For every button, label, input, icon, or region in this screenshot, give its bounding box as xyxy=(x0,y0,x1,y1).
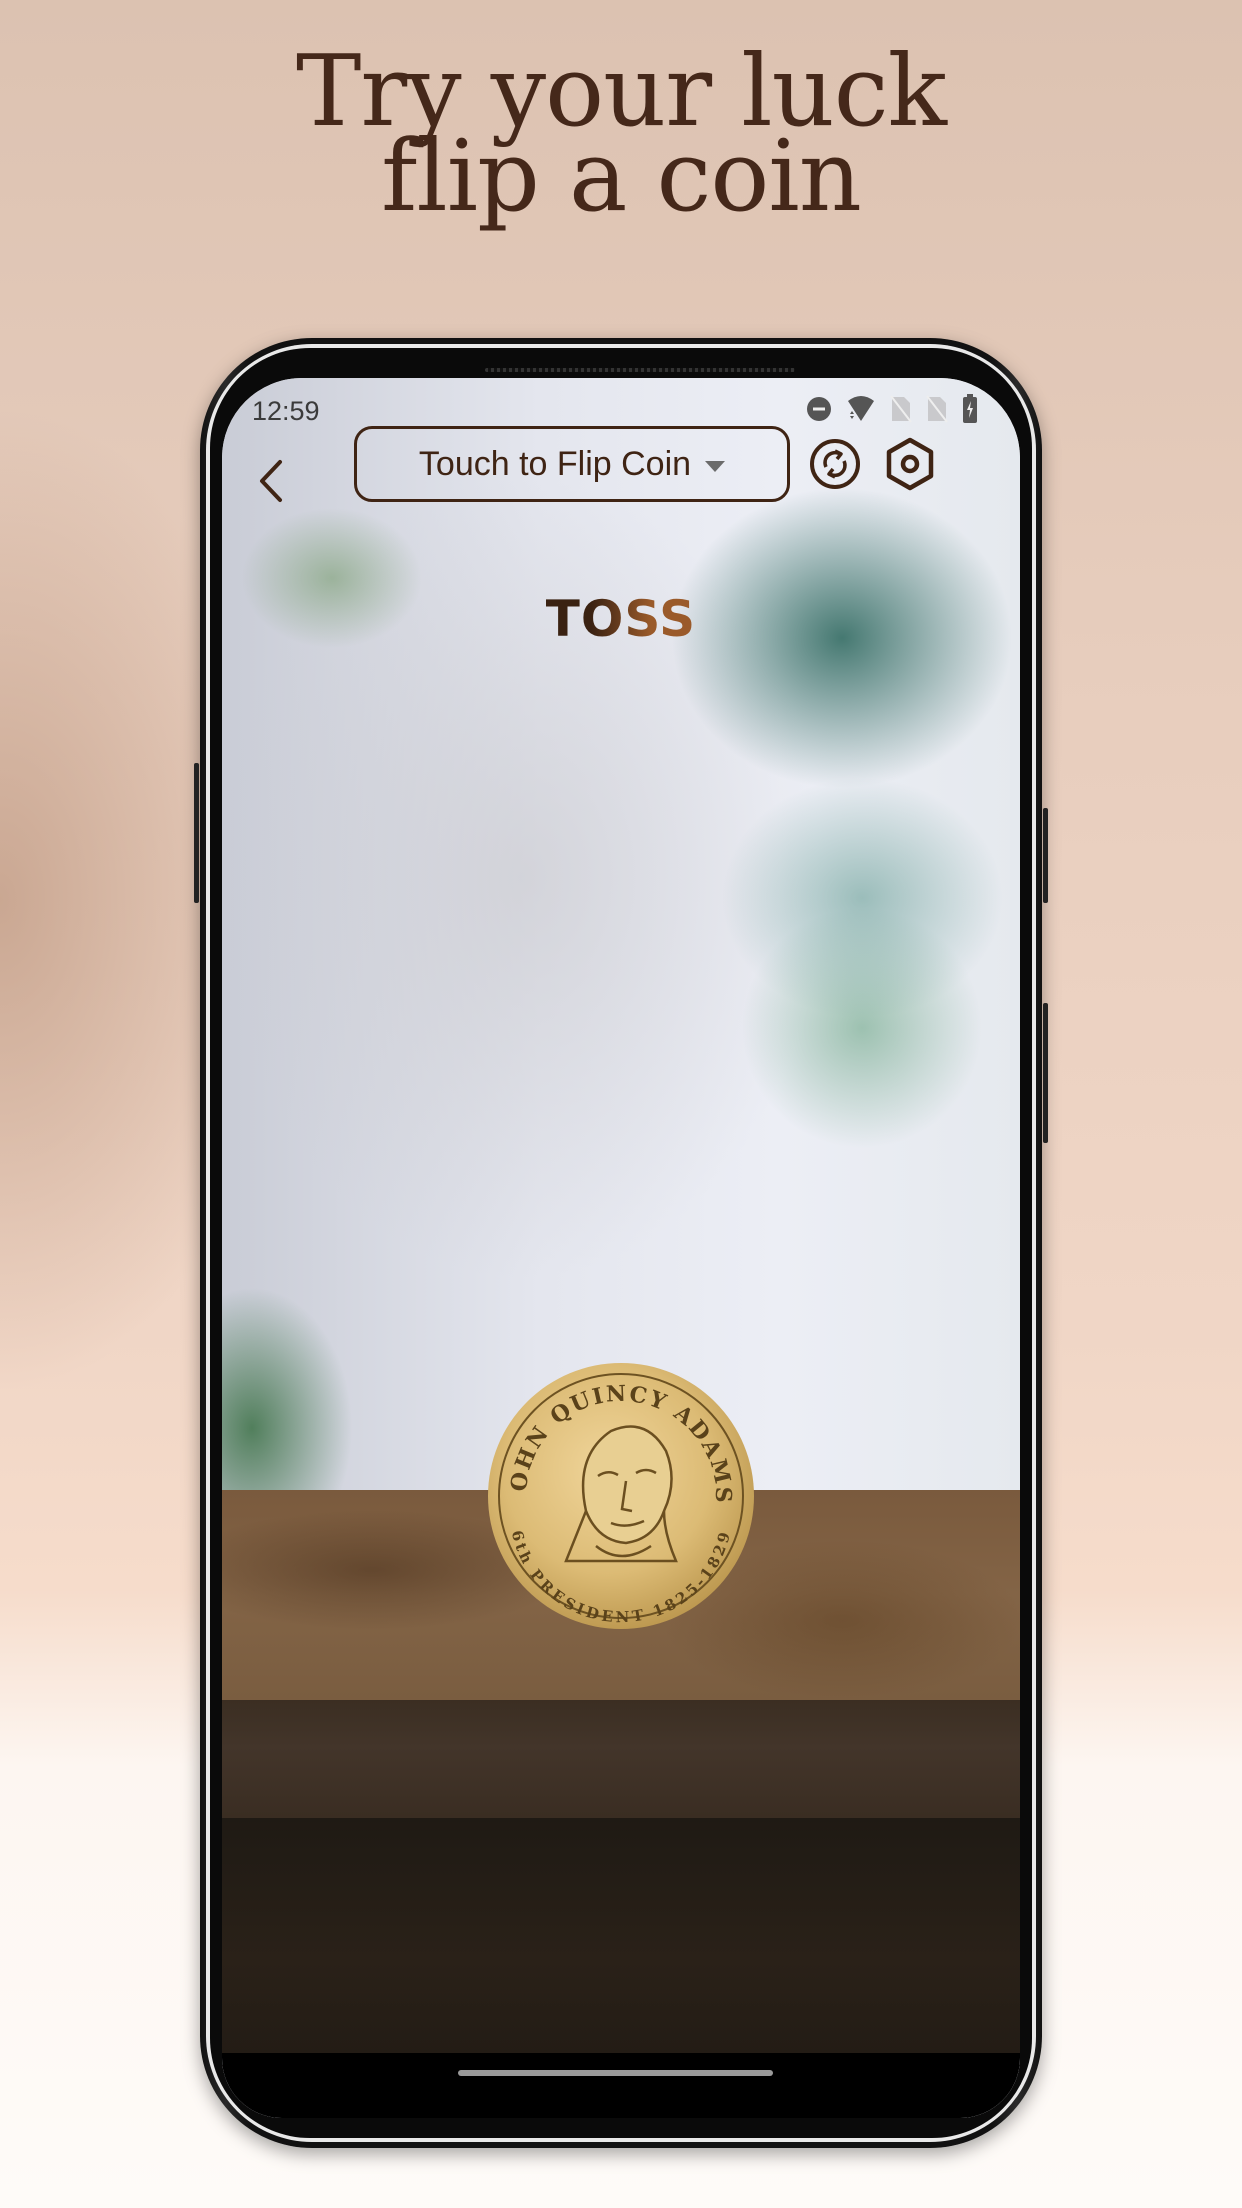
do-not-disturb-icon xyxy=(806,396,832,427)
phone-side-button xyxy=(1043,808,1048,903)
settings-hexagon-icon xyxy=(886,437,934,491)
table-edge xyxy=(222,1700,1020,1818)
phone-bezel: 12:59 Touch to Flip Coin TOSS OHN QUINCY… xyxy=(210,348,1032,2138)
phone-side-button xyxy=(194,763,199,903)
wifi-icon xyxy=(846,395,876,428)
chevron-left-icon xyxy=(260,460,282,502)
flip-mode-dropdown[interactable]: Touch to Flip Coin xyxy=(354,426,790,502)
reset-button[interactable] xyxy=(807,436,863,492)
headline-line-2: flip a coin xyxy=(381,120,862,234)
back-button[interactable] xyxy=(252,456,302,516)
coin[interactable]: JOHN QUINCY ADAMS 6th PRESIDENT 1825-182… xyxy=(478,1341,756,1631)
flip-mode-selected: Touch to Flip Coin xyxy=(418,444,692,483)
no-sim-icon xyxy=(926,394,948,428)
coin-graphic: JOHN QUINCY ADAMS 6th PRESIDENT 1825-182… xyxy=(478,1341,754,1629)
caret-down-icon xyxy=(705,460,726,472)
toss-label-wrap: TOSS xyxy=(222,590,1020,660)
phone-side-button xyxy=(1043,1003,1048,1143)
status-time: 12:59 xyxy=(252,396,320,426)
sync-circle-icon xyxy=(810,439,860,489)
phone-frame: 12:59 Touch to Flip Coin TOSS OHN QUINCY… xyxy=(194,338,1048,2148)
no-sim-icon xyxy=(890,394,912,428)
earpiece xyxy=(485,368,795,372)
settings-button[interactable] xyxy=(882,436,938,492)
home-gesture-handle[interactable] xyxy=(458,2070,773,2076)
toss-label[interactable]: TOSS xyxy=(546,590,696,660)
app-screen: 12:59 Touch to Flip Coin TOSS OHN QUINCY… xyxy=(222,378,1020,2118)
table-front xyxy=(222,1818,1020,2053)
battery-charging-icon xyxy=(962,393,978,429)
navigation-bar xyxy=(222,2053,1020,2118)
status-icons xyxy=(806,393,978,429)
